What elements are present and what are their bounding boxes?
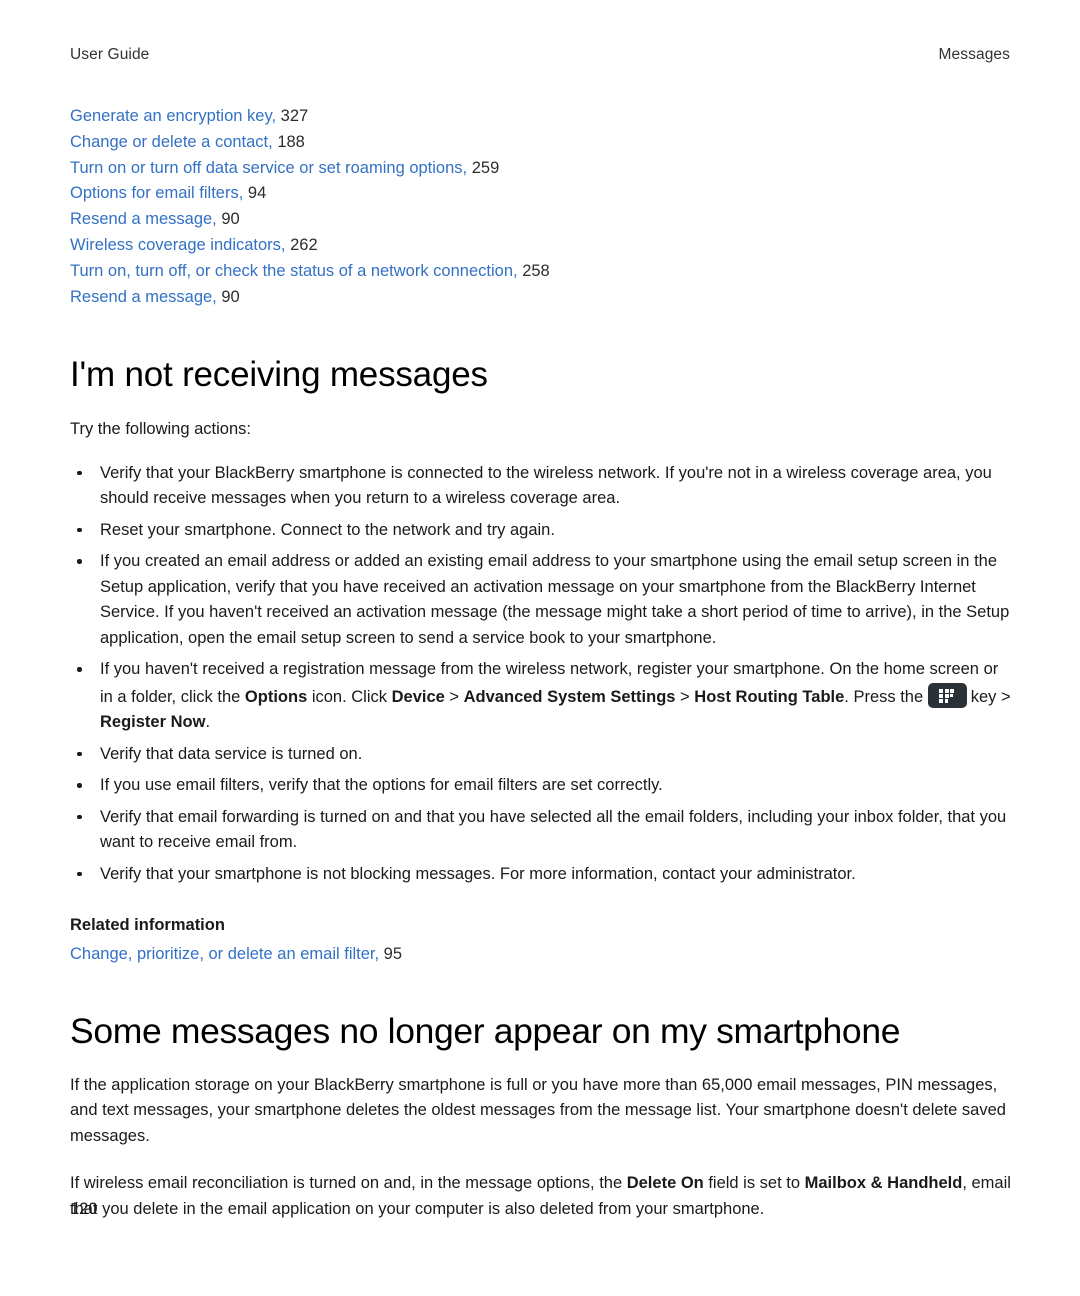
list-item: Turn on or turn off data service or set … <box>70 156 1012 182</box>
cross-reference-page: 262 <box>290 235 318 254</box>
cross-reference-page: 90 <box>221 210 240 229</box>
section-intro-text: Try the following actions: <box>70 420 251 439</box>
list-item: Resend a message, 90 <box>70 285 1012 311</box>
blackberry-menu-key-icon <box>927 682 967 708</box>
bold-term-device: Device <box>391 687 445 706</box>
bold-term-delete-on: Delete On <box>626 1174 704 1193</box>
cross-reference-link[interactable]: Change, prioritize, or delete an email f… <box>70 945 379 963</box>
menu-separator: > <box>675 687 695 706</box>
cross-reference-page: 90 <box>221 287 240 306</box>
list-item: Verify that email forwarding is turned o… <box>70 805 1012 856</box>
list-item: Verify that data service is turned on. <box>70 742 1012 768</box>
bullet-text-part: . Press the <box>844 687 928 706</box>
list-item: Options for email filters, 94 <box>70 181 1012 207</box>
list-item: Change or delete a contact, 188 <box>70 130 1012 156</box>
bullet-text-part: icon. Click <box>307 687 392 706</box>
section-heading-messages-no-longer-appear: Some messages no longer appear on my sma… <box>70 1010 901 1051</box>
page-content: Generate an encryption key, 327 Change o… <box>70 104 1012 1222</box>
cross-reference-link[interactable]: Resend a message, <box>70 210 217 228</box>
section2-paragraph-1: If the application storage on your Black… <box>70 1075 1006 1145</box>
cross-reference-list: Generate an encryption key, 327 Change o… <box>70 104 1012 310</box>
cross-reference-link[interactable]: Generate an encryption key, <box>70 107 276 125</box>
list-item: Reset your smartphone. Connect to the ne… <box>70 518 1012 544</box>
list-item: Resend a message, 90 <box>70 207 1012 233</box>
cross-reference-link[interactable]: Wireless coverage indicators, <box>70 236 286 254</box>
menu-separator: > <box>444 687 464 706</box>
cross-reference-page: 188 <box>277 132 305 151</box>
paragraph-text-part: field is set to <box>703 1174 805 1193</box>
cross-reference-page: 327 <box>280 107 309 125</box>
list-item: Wireless coverage indicators, 262 <box>70 233 1012 259</box>
related-information-link-row: Change, prioritize, or delete an email f… <box>70 941 1012 967</box>
document-page: User Guide Messages Generate an encrypti… <box>0 0 1080 1296</box>
bullet-text-part: key > <box>970 687 1011 706</box>
cross-reference-link[interactable]: Resend a message, <box>70 288 217 306</box>
troubleshooting-bullet-list: Verify that your BlackBerry smartphone i… <box>70 461 1012 888</box>
blackberry-logo-dots <box>928 683 967 708</box>
paragraph-text-part: If wireless email reconciliation is turn… <box>70 1174 627 1193</box>
cross-reference-page: 95 <box>383 944 403 963</box>
list-item: If you use email filters, verify that th… <box>70 773 1012 799</box>
bold-term-register-now: Register Now <box>100 713 206 732</box>
cross-reference-page: 94 <box>247 184 267 203</box>
cross-reference-page: 258 <box>522 261 550 280</box>
bullet-text-part: . <box>205 713 211 732</box>
list-item: Turn on, turn off, or check the status o… <box>70 259 1012 285</box>
list-item: Verify that your smartphone is not block… <box>70 862 1012 888</box>
cross-reference-link[interactable]: Turn on, turn off, or check the status o… <box>70 262 518 280</box>
running-header: User Guide Messages <box>70 46 1010 64</box>
list-item-register-smartphone: If you haven't received a registration m… <box>70 657 1012 736</box>
list-item: Generate an encryption key, 327 <box>70 104 1012 130</box>
cross-reference-link[interactable]: Turn on or turn off data service or set … <box>70 159 467 177</box>
section-heading-not-receiving-messages: I'm not receiving messages <box>70 355 488 395</box>
header-right-label: Messages <box>938 46 1010 63</box>
bold-term-host-routing-table: Host Routing Table <box>694 687 845 706</box>
cross-reference-link[interactable]: Change or delete a contact, <box>70 133 273 151</box>
page-number: 120 <box>70 1200 98 1218</box>
section2-paragraph-2: If wireless email reconciliation is turn… <box>70 1171 1012 1222</box>
header-left-label: User Guide <box>70 46 150 63</box>
list-item: Verify that your BlackBerry smartphone i… <box>70 461 1012 512</box>
related-information-heading: Related information <box>70 916 225 935</box>
bold-term-mailbox-handheld: Mailbox & Handheld <box>804 1174 963 1193</box>
list-item: If you created an email address or added… <box>70 549 1012 651</box>
cross-reference-page: 259 <box>471 158 500 177</box>
bold-term-options: Options <box>244 687 308 706</box>
bold-term-advanced-system-settings: Advanced System Settings <box>463 687 676 706</box>
cross-reference-link[interactable]: Options for email filters, <box>70 184 243 202</box>
